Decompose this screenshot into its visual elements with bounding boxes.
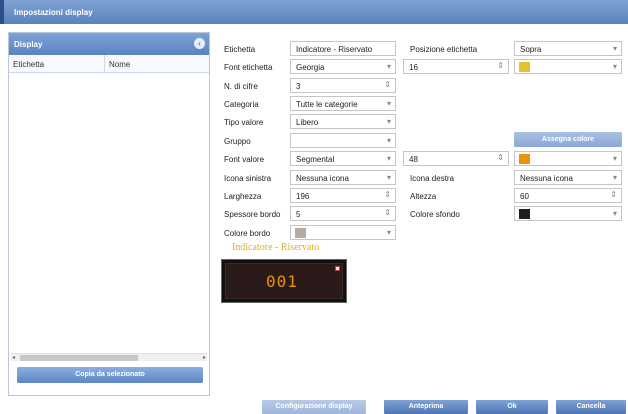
posizione-etichetta-select[interactable]: Sopra — [514, 41, 622, 56]
configurazione-display-button[interactable]: Configurazione display — [262, 400, 366, 414]
label-spessore-bordo: Spessore bordo — [224, 210, 281, 219]
n-cifre-stepper[interactable]: 3 — [290, 78, 396, 93]
ok-button[interactable]: Ok — [476, 400, 548, 414]
label-colore-bordo: Colore bordo — [224, 229, 271, 238]
altezza-stepper[interactable]: 60 — [514, 188, 622, 203]
spessore-bordo-stepper[interactable]: 5 — [290, 206, 396, 221]
panel-title: Display — [14, 40, 43, 49]
colore-sfondo-swatch — [519, 209, 530, 219]
label-gruppo: Gruppo — [224, 137, 251, 146]
copy-from-selected-button[interactable]: Copia da selezionato — [17, 367, 203, 383]
window-title: Impostazioni display — [0, 0, 628, 24]
label-font-etichetta: Font etichetta — [224, 63, 273, 72]
display-preview: 001 — [221, 259, 347, 303]
label-larghezza: Larghezza — [224, 192, 262, 201]
column-header-nome[interactable]: Nome — [105, 55, 209, 72]
label-font-valore: Font valore — [224, 155, 265, 164]
label-etichetta: Etichetta — [224, 45, 256, 54]
display-preview-screen: 001 — [225, 263, 343, 299]
larghezza-stepper[interactable]: 196 — [290, 188, 396, 203]
label-icona-destra: Icona destra — [410, 174, 455, 183]
tipo-valore-select[interactable]: Libero — [290, 114, 396, 129]
colore-bordo-swatch — [295, 228, 306, 238]
icona-sinistra-select[interactable]: Nessuna icona — [290, 170, 396, 185]
scroll-right-icon[interactable]: ▸ — [203, 354, 206, 362]
horizontal-scrollbar[interactable]: ◂ ▸ — [11, 353, 207, 361]
cancella-button[interactable]: Cancella — [556, 400, 626, 414]
font-valore-color-swatch — [519, 154, 530, 164]
scroll-left-icon[interactable]: ◂ — [12, 354, 15, 362]
scrollbar-thumb[interactable] — [20, 355, 138, 361]
preview-indicator-icon — [335, 266, 340, 271]
font-etichetta-color-swatch — [519, 62, 530, 72]
preview-digits: 001 — [266, 272, 298, 291]
font-etichetta-size-stepper[interactable]: 16 — [403, 59, 509, 74]
dialog-footer: Configurazione display Anteprima Ok Canc… — [0, 398, 628, 414]
etichetta-input[interactable]: Indicatore - Riservato — [290, 41, 396, 56]
display-list-panel: Display ‹ Etichetta Nome ◂ ▸ Copia da se… — [8, 32, 210, 396]
colore-sfondo-picker[interactable] — [514, 206, 622, 221]
anteprima-button[interactable]: Anteprima — [384, 400, 468, 414]
label-altezza: Altezza — [410, 192, 437, 201]
colore-bordo-picker[interactable] — [290, 225, 396, 240]
panel-header: Display ‹ — [9, 33, 209, 55]
table-header: Etichetta Nome — [9, 55, 209, 73]
font-etichetta-select[interactable]: Georgia — [290, 59, 396, 74]
label-tipo-valore: Tipo valore — [224, 118, 264, 127]
gruppo-select[interactable] — [290, 133, 396, 148]
label-colore-sfondo: Colore sfondo — [410, 210, 460, 219]
font-valore-select[interactable]: Segmental — [290, 151, 396, 166]
preview-label: Indicatore - Riservato — [232, 242, 320, 253]
column-header-etichetta[interactable]: Etichetta — [9, 55, 105, 72]
display-settings-form: Etichetta Indicatore - Riservato Posizio… — [218, 32, 628, 396]
icona-destra-select[interactable]: Nessuna icona — [514, 170, 622, 185]
font-valore-size-stepper[interactable]: 48 — [403, 151, 509, 166]
font-valore-color-picker[interactable] — [514, 151, 622, 166]
label-posizione-etichetta: Posizione etichetta — [410, 45, 478, 54]
label-icona-sinistra: Icona sinistra — [224, 174, 272, 183]
collapse-icon[interactable]: ‹ — [194, 38, 205, 49]
assegna-colore-button[interactable]: Assegna colore — [514, 132, 622, 147]
label-categoria: Categoria — [224, 100, 259, 109]
categoria-select[interactable]: Tutte le categorie — [290, 96, 396, 111]
font-etichetta-color-picker[interactable] — [514, 59, 622, 74]
label-n-cifre: N. di cifre — [224, 82, 258, 91]
